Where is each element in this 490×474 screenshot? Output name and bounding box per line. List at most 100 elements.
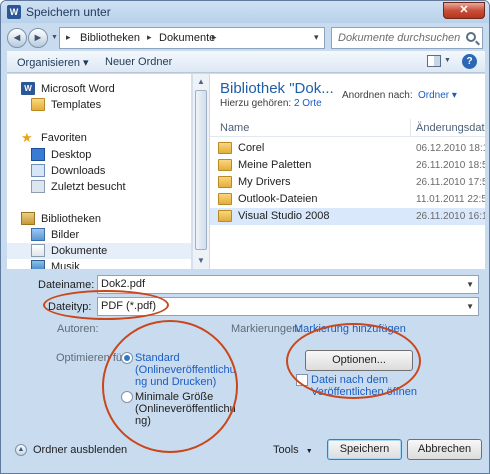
address-bar[interactable]: ▸ Bibliotheken ▸ Dokumente ▸ ▾ xyxy=(59,27,325,49)
open-after-publish-line1: Datei nach dem xyxy=(311,374,389,386)
navigation-scrollbar[interactable]: ▲ ▼ xyxy=(192,74,209,269)
sidebar-item-label: Musik xyxy=(51,261,80,269)
sidebar-item-label: Bibliotheken xyxy=(41,213,101,225)
address-root-chevron-icon[interactable]: ▸ xyxy=(66,32,71,43)
column-name-header[interactable]: Name xyxy=(220,122,249,134)
arrange-by-label: Anordnen nach: xyxy=(342,90,413,101)
window-title: Speichern unter xyxy=(26,5,111,19)
desktop-icon xyxy=(31,148,45,161)
forward-button[interactable]: ► xyxy=(28,28,48,48)
file-name: Meine Paletten xyxy=(238,159,312,171)
file-list-pane: Bibliothek "Dok... Hierzu gehören: 2 Ort… xyxy=(210,74,485,269)
open-after-publish-checkbox[interactable] xyxy=(296,374,308,386)
tools-dropdown-icon[interactable]: ▼ xyxy=(306,448,313,455)
filetype-value: PDF (*.pdf) xyxy=(101,300,157,312)
scroll-down-icon[interactable]: ▼ xyxy=(197,256,205,265)
sidebar-item-label: Microsoft Word xyxy=(41,83,115,95)
optimize-minimum-line1: Minimale Größe xyxy=(135,391,214,403)
sidebar-item-zuletzt-besucht[interactable]: Zuletzt besucht xyxy=(7,179,191,195)
breadcrumb-separator-icon[interactable]: ▸ xyxy=(147,32,152,43)
save-options-form: Dateiname: Dok2.pdf ▼ Dateityp: PDF (*.p… xyxy=(7,270,485,440)
sidebar-item-label: Bilder xyxy=(51,229,80,241)
optimize-label: Optimieren für: xyxy=(56,352,129,364)
arrange-by-dropdown[interactable]: Ordner ▾ xyxy=(418,90,457,101)
optimize-minimum-radio[interactable] xyxy=(121,391,133,403)
tools-button[interactable]: Tools ▼ xyxy=(273,444,313,456)
scrollbar-thumb[interactable] xyxy=(195,90,207,250)
recent-icon xyxy=(31,180,45,193)
search-input[interactable]: Dokumente durchsuchen xyxy=(331,27,483,49)
library-title: Bibliothek "Dok... xyxy=(220,80,334,97)
recent-locations-dropdown[interactable]: ▼ xyxy=(51,34,58,41)
breadcrumb-bibliotheken[interactable]: Bibliotheken xyxy=(80,32,140,44)
collapse-icon[interactable]: ▲ xyxy=(15,444,27,456)
breadcrumb-dokumente[interactable]: Dokumente xyxy=(159,32,215,44)
file-row-visual-studio-2008[interactable]: Visual Studio 2008 26.11.2010 16:15 xyxy=(210,208,485,225)
includes-locations-link[interactable]: 2 Orte xyxy=(294,98,322,109)
sidebar-item-label: Templates xyxy=(51,99,102,111)
authors-label: Autoren: xyxy=(57,323,99,335)
view-icon[interactable] xyxy=(427,55,441,67)
open-after-publish-label[interactable]: Datei nach dem Veröffentlichen öffnen xyxy=(311,374,417,398)
help-icon[interactable]: ? xyxy=(462,54,477,69)
sidebar-item-dokumente[interactable]: Dokumente xyxy=(7,243,191,259)
file-date: 06.12.2010 18:18 xyxy=(416,143,485,154)
navigation-pane: W Microsoft Word Templates ★ Favoriten D… xyxy=(7,74,192,269)
cancel-button[interactable]: Abbrechen xyxy=(407,439,482,460)
sidebar-item-musik[interactable]: Musik xyxy=(7,259,191,269)
word-icon: W xyxy=(21,82,35,95)
optimize-standard-label[interactable]: Standard (Onlineveröffentlichu ng und Dr… xyxy=(135,352,236,388)
optimize-standard-line1: Standard xyxy=(135,352,180,364)
sidebar-item-favoriten[interactable]: ★ Favoriten xyxy=(7,130,191,146)
search-placeholder: Dokumente durchsuchen xyxy=(338,32,461,44)
pictures-icon xyxy=(31,228,45,241)
sidebar-item-bibliotheken[interactable]: Bibliotheken xyxy=(7,211,191,227)
file-name: Visual Studio 2008 xyxy=(238,210,330,222)
address-dropdown-icon[interactable]: ▾ xyxy=(314,32,319,43)
column-header: Name Änderungsdatum xyxy=(210,119,485,137)
filename-value: Dok2.pdf xyxy=(101,278,146,290)
file-row-my-drivers[interactable]: My Drivers 26.11.2010 17:55 xyxy=(210,174,485,191)
new-folder-button[interactable]: Neuer Ordner xyxy=(105,56,172,68)
column-modified-header[interactable]: Änderungsdatum xyxy=(416,122,485,134)
optimize-minimum-label[interactable]: Minimale Größe (Onlineveröffentlichu ng) xyxy=(135,391,236,427)
includes-label: Hierzu gehören: xyxy=(220,98,292,109)
scroll-up-icon[interactable]: ▲ xyxy=(197,77,205,86)
back-button[interactable]: ◄ xyxy=(7,28,27,48)
organize-button[interactable]: Organisieren ▾ xyxy=(17,56,89,69)
file-row-outlook-dateien[interactable]: Outlook-Dateien 11.01.2011 22:56 xyxy=(210,191,485,208)
breadcrumb-separator-icon[interactable]: ▸ xyxy=(212,32,217,43)
folder-icon xyxy=(218,159,232,171)
file-row-meine-paletten[interactable]: Meine Paletten 26.11.2010 18:57 xyxy=(210,157,485,174)
filetype-select[interactable]: PDF (*.pdf) ▼ xyxy=(97,297,479,316)
folder-icon xyxy=(218,176,232,188)
view-dropdown-icon[interactable]: ▼ xyxy=(444,57,451,64)
sidebar-item-downloads[interactable]: Downloads xyxy=(7,163,191,179)
folder-icon xyxy=(218,210,232,222)
optimize-standard-radio[interactable] xyxy=(121,352,133,364)
sidebar-item-microsoft-word[interactable]: W Microsoft Word xyxy=(7,81,191,97)
search-icon[interactable] xyxy=(466,32,476,42)
save-button[interactable]: Speichern xyxy=(327,439,402,460)
sidebar-item-desktop[interactable]: Desktop xyxy=(7,147,191,163)
sidebar-item-templates[interactable]: Templates xyxy=(7,97,191,113)
file-row-corel[interactable]: Corel 06.12.2010 18:18 xyxy=(210,140,485,157)
sidebar-item-bilder[interactable]: Bilder xyxy=(7,227,191,243)
add-tag-link[interactable]: Markierung hinzufügen xyxy=(294,323,406,335)
close-button[interactable]: ✕ xyxy=(443,2,485,19)
file-date: 26.11.2010 17:55 xyxy=(416,177,485,188)
options-button[interactable]: Optionen... xyxy=(305,350,413,371)
optimize-minimum-line3: ng) xyxy=(135,415,151,427)
sidebar-item-label: Favoriten xyxy=(41,132,87,144)
filename-input[interactable]: Dok2.pdf ▼ xyxy=(97,275,479,294)
hide-folders-label[interactable]: Ordner ausblenden xyxy=(33,444,127,456)
column-divider[interactable] xyxy=(410,119,411,137)
tools-label: Tools xyxy=(273,444,299,456)
folder-icon xyxy=(218,193,232,205)
optimize-standard-line3: ng und Drucken) xyxy=(135,376,217,388)
file-date: 26.11.2010 16:15 xyxy=(416,211,485,222)
filename-dropdown-icon[interactable]: ▼ xyxy=(466,280,474,289)
optimize-standard-line2: (Onlineveröffentlichu xyxy=(135,364,236,376)
filetype-dropdown-icon[interactable]: ▼ xyxy=(466,302,474,311)
word-app-icon: W xyxy=(7,5,21,19)
